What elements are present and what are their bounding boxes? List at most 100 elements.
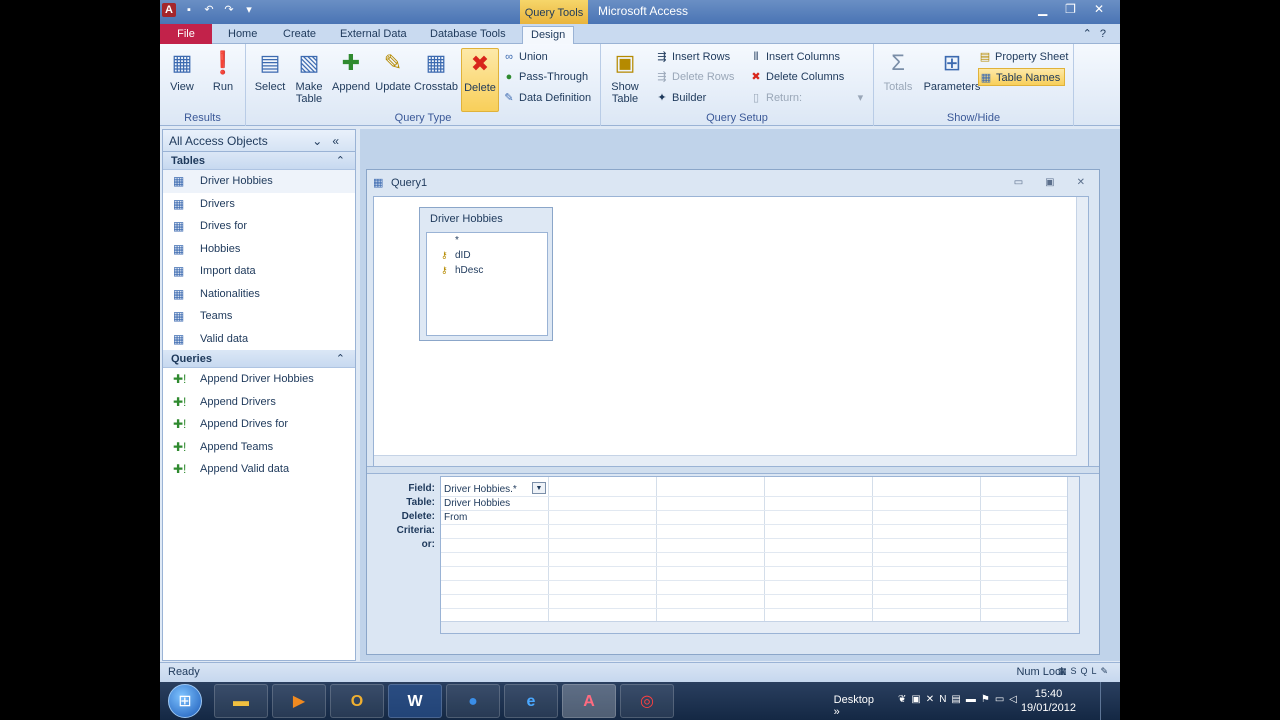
restore-icon[interactable]: ❐ <box>1065 2 1076 16</box>
crosstab-button[interactable]: ▦ Crosstab <box>414 48 458 93</box>
nav-table-item[interactable]: ▦ Drivers <box>163 193 355 216</box>
taskbar-explorer[interactable]: ▬ <box>214 684 268 718</box>
flag-icon[interactable]: ⚑ <box>981 694 995 705</box>
nav-query-item[interactable]: ✚! Append Valid data <box>163 458 355 481</box>
update-button[interactable]: ✎ Update <box>372 48 414 93</box>
minimize-icon[interactable]: ▭ <box>1014 170 1023 196</box>
table-box-driver-hobbies[interactable]: Driver Hobbies * ⚷ dID ⚷ hDesc <box>419 207 553 341</box>
design-grid[interactable]: Driver Hobbies.* ▼ Driver Hobbies From <box>440 476 1080 634</box>
onenote-icon[interactable]: N <box>939 694 951 705</box>
tab-external-data[interactable]: External Data <box>340 26 407 44</box>
parameters-button[interactable]: ⊞ Parameters <box>922 48 982 93</box>
show-desktop-button[interactable] <box>1100 682 1112 720</box>
grid-vertical-scrollbar[interactable] <box>1067 477 1079 633</box>
return-selector[interactable]: ▯ Return: ▾ <box>749 89 863 107</box>
close-icon[interactable]: ✕ <box>1077 170 1085 196</box>
device-icon[interactable]: ▤ <box>951 694 965 705</box>
taskbar-outlook[interactable]: O <box>330 684 384 718</box>
maximize-icon[interactable]: ▣ <box>1045 170 1054 196</box>
table-names-toggle[interactable]: ▦ Table Names <box>978 68 1066 86</box>
close-icon[interactable]: ✕ <box>1094 2 1104 16</box>
nav-table-item[interactable]: ▦ Drives for <box>163 215 355 238</box>
design-view-icon[interactable]: ✎ <box>1100 666 1112 676</box>
nav-query-item[interactable]: ✚! Append Teams <box>163 436 355 459</box>
notes-icon[interactable]: ▣ <box>911 694 925 705</box>
pass-through-button[interactable]: ● Pass-Through <box>502 68 588 86</box>
chevron-down-icon[interactable]: ▼ <box>532 482 546 494</box>
insert-columns-button[interactable]: ⫴ Insert Columns <box>749 48 840 66</box>
chevron-down-icon[interactable]: ⌄ <box>312 134 332 148</box>
taskbar-word[interactable]: W <box>388 684 442 718</box>
pane-splitter[interactable] <box>367 466 1099 474</box>
union-button[interactable]: ∞ Union <box>502 48 548 66</box>
view-button[interactable]: ▦ View <box>164 48 200 93</box>
grid-column-3[interactable] <box>657 477 765 633</box>
folder-icon[interactable]: ▬ <box>966 694 981 705</box>
select-query-button[interactable]: ▤ Select <box>250 48 290 93</box>
taskbar-target-app[interactable]: ◎ <box>620 684 674 718</box>
field-item-hdesc[interactable]: ⚷ hDesc <box>427 263 547 278</box>
chevron-up-icon[interactable]: ⌃ <box>1083 28 1100 40</box>
sql-view-button[interactable]: SQL <box>1070 666 1100 676</box>
property-sheet-button[interactable]: ▤ Property Sheet <box>978 48 1069 66</box>
data-definition-button[interactable]: ✎ Data Definition <box>502 89 591 107</box>
field-item-all[interactable]: * <box>427 233 547 248</box>
append-button[interactable]: ✚ Append <box>330 48 372 93</box>
tab-create[interactable]: Create <box>283 26 316 44</box>
nav-table-item[interactable]: ▦ Valid data <box>163 328 355 351</box>
start-button[interactable]: ⊞ <box>168 684 202 718</box>
grid-horizontal-scrollbar[interactable] <box>441 621 1069 633</box>
redo-icon[interactable]: ↷ <box>222 3 236 17</box>
nav-table-item[interactable]: ▦ Driver Hobbies <box>163 170 355 193</box>
taskbar-media-player[interactable]: ▶ <box>272 684 326 718</box>
taskbar-access[interactable]: A <box>562 684 616 718</box>
nav-section-tables[interactable]: Tables ⌃ <box>163 152 355 170</box>
help-icon[interactable]: ? <box>1100 28 1114 40</box>
nav-table-item[interactable]: ▦ Import data <box>163 260 355 283</box>
leaf-icon[interactable]: ❦ <box>898 694 911 705</box>
grid-cell-field[interactable]: Driver Hobbies.* <box>444 483 517 497</box>
clock[interactable]: 15:40 19/01/2012 <box>1021 687 1076 715</box>
grid-cell-delete[interactable]: From <box>444 511 467 525</box>
nav-header[interactable]: All Access Objects ⌄« <box>163 130 355 152</box>
grid-column-2[interactable] <box>549 477 657 633</box>
make-table-button[interactable]: ▧ Make Table <box>290 48 328 105</box>
show-table-button[interactable]: ▣ Show Table <box>605 48 645 105</box>
grid-column-4[interactable] <box>765 477 873 633</box>
builder-button[interactable]: ✦ Builder <box>655 89 706 107</box>
save-icon[interactable]: ▪ <box>182 3 196 17</box>
table-pane-vertical-scrollbar[interactable] <box>1076 197 1088 467</box>
totals-button[interactable]: Σ Totals <box>878 48 918 93</box>
tab-file[interactable]: File <box>160 24 212 44</box>
grid-column-5[interactable] <box>873 477 981 633</box>
delete-columns-button[interactable]: ✖ Delete Columns <box>749 68 844 86</box>
delete-rows-button[interactable]: ⇶ Delete Rows <box>655 68 734 86</box>
nav-query-item[interactable]: ✚! Append Drivers <box>163 391 355 414</box>
network-icon[interactable]: ▭ <box>995 694 1009 705</box>
tab-home[interactable]: Home <box>228 26 257 44</box>
run-button[interactable]: ❗ Run <box>206 48 240 93</box>
tab-design[interactable]: Design <box>522 26 575 44</box>
nav-table-item[interactable]: ▦ Nationalities <box>163 283 355 306</box>
datasheet-view-icon[interactable]: ▦ <box>1058 666 1071 676</box>
collapse-pane-icon[interactable]: « <box>332 134 349 148</box>
nav-query-item[interactable]: ✚! Append Drives for <box>163 413 355 436</box>
customize-qat-icon[interactable]: ▾ <box>242 3 256 17</box>
access-app-icon[interactable]: A <box>162 3 176 17</box>
delete-query-button[interactable]: ✖ Delete <box>461 48 499 112</box>
nav-query-item[interactable]: ✚! Append Driver Hobbies <box>163 368 355 391</box>
minimize-icon[interactable]: ▁ <box>1038 2 1047 16</box>
field-item-did[interactable]: ⚷ dID <box>427 248 547 263</box>
nav-section-queries[interactable]: Queries ⌃ <box>163 350 355 368</box>
grid-cell-table[interactable]: Driver Hobbies <box>444 497 510 511</box>
tab-database-tools[interactable]: Database Tools <box>430 26 506 44</box>
nav-table-item[interactable]: ▦ Hobbies <box>163 238 355 261</box>
desktop-toolbar[interactable]: Desktop » <box>834 694 874 718</box>
undo-icon[interactable]: ↶ <box>202 3 216 17</box>
insert-rows-button[interactable]: ⇶ Insert Rows <box>655 48 730 66</box>
grid-column-1[interactable]: Driver Hobbies.* ▼ Driver Hobbies From <box>441 477 549 633</box>
tools-icon[interactable]: ✕ <box>926 694 939 705</box>
nav-table-item[interactable]: ▦ Teams <box>163 305 355 328</box>
taskbar-globe-app[interactable]: ● <box>446 684 500 718</box>
taskbar-internet-explorer[interactable]: e <box>504 684 558 718</box>
